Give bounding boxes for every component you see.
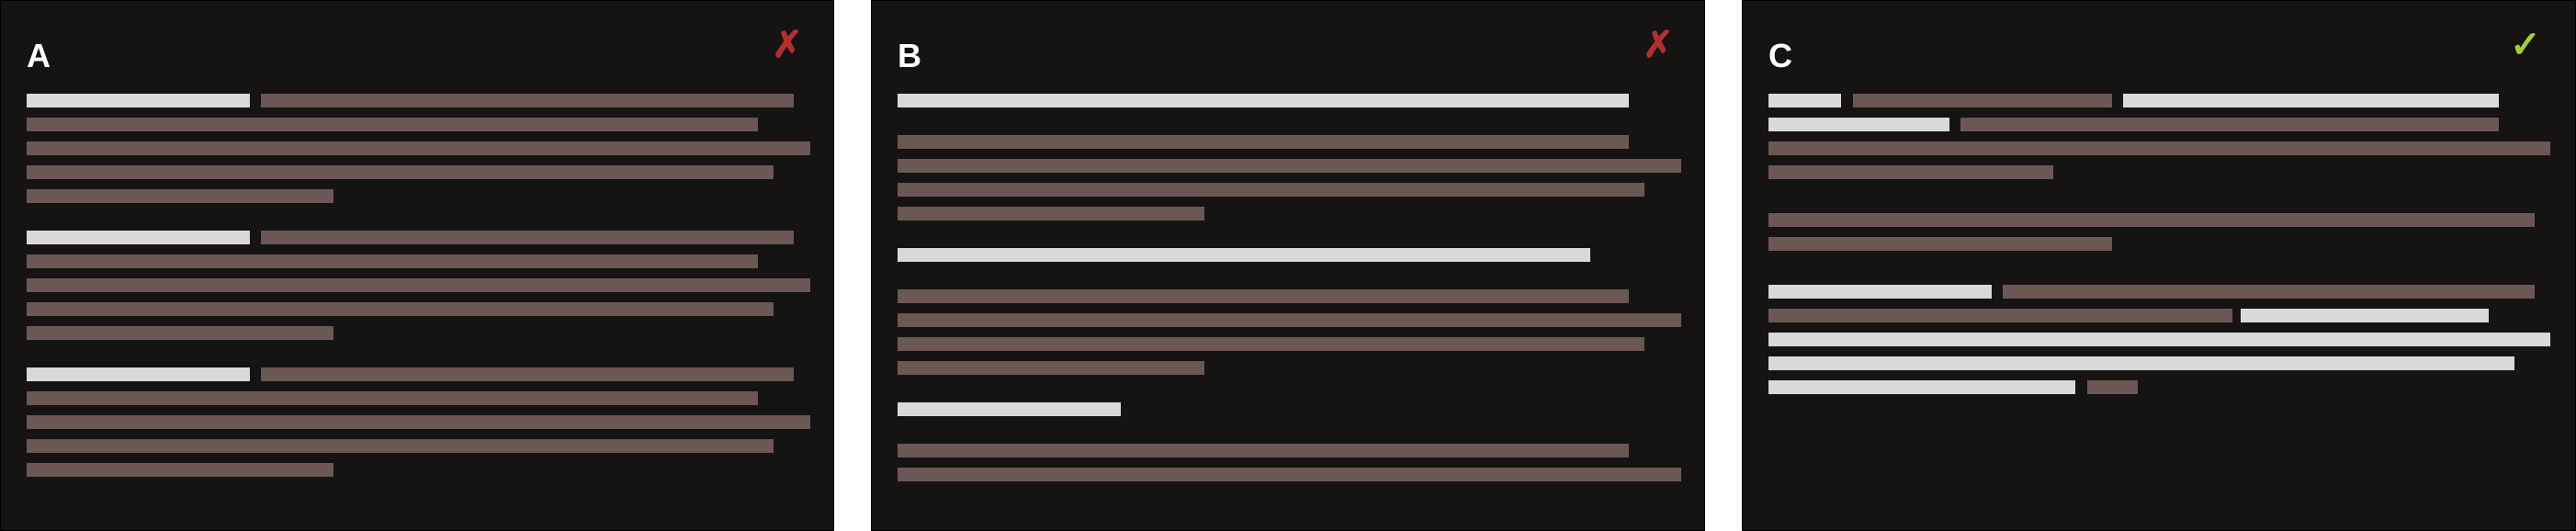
heading-bar <box>27 367 250 381</box>
text-bar <box>898 289 1629 303</box>
highlight-bar <box>2241 309 2489 322</box>
text-bar <box>898 135 1629 149</box>
highlight-bar <box>1768 285 1992 299</box>
text-bar <box>27 415 810 429</box>
text-bar <box>898 444 1629 458</box>
panel-label: B <box>898 37 921 74</box>
highlight-bar <box>1768 356 2514 370</box>
text-bar <box>2003 285 2535 299</box>
text-bar <box>27 254 758 268</box>
text-bar <box>1768 309 2232 322</box>
heading-bar <box>898 402 1121 416</box>
panel-label: C <box>1768 37 1792 74</box>
check-icon: ✓ <box>2510 25 2541 65</box>
x-icon: ✗ <box>1643 25 1674 65</box>
text-bar <box>27 278 810 292</box>
heading-bar <box>27 231 250 244</box>
text-bar <box>898 313 1681 327</box>
highlight-bar <box>1768 118 1949 131</box>
text-bar <box>27 439 774 453</box>
heading-bar <box>27 94 250 107</box>
text-bar <box>261 367 794 381</box>
highlight-bar <box>2123 94 2499 107</box>
text-bar <box>1853 94 2112 107</box>
panel-c: C ✓ <box>1742 0 2576 531</box>
heading-bar <box>898 94 1629 107</box>
text-bar <box>898 361 1204 375</box>
panel-label: A <box>27 37 51 74</box>
text-bar <box>898 159 1681 173</box>
text-bar <box>27 141 810 155</box>
text-bar <box>898 207 1204 220</box>
text-bar <box>1768 237 2112 251</box>
panel-a: A ✗ <box>0 0 834 531</box>
heading-bar <box>898 248 1590 262</box>
text-bar <box>27 302 774 316</box>
highlight-bar <box>1768 94 1841 107</box>
panel-b: B ✗ <box>871 0 1705 531</box>
text-bar <box>27 391 758 405</box>
text-bar <box>1960 118 2499 131</box>
text-bar <box>1768 213 2535 227</box>
text-bar <box>261 94 794 107</box>
text-bar <box>27 118 758 131</box>
text-bar <box>898 337 1644 351</box>
text-bar <box>27 326 333 340</box>
text-bar <box>27 189 333 203</box>
text-bar <box>898 468 1681 481</box>
text-bar <box>27 463 333 477</box>
highlight-bar <box>1768 333 2550 346</box>
text-bar <box>898 183 1644 197</box>
text-bar <box>1768 141 2550 155</box>
x-icon: ✗ <box>772 25 803 65</box>
text-bar <box>27 165 774 179</box>
highlight-bar <box>1768 380 2075 394</box>
text-bar <box>1768 165 2053 179</box>
text-bar <box>2087 380 2138 394</box>
text-bar <box>261 231 794 244</box>
